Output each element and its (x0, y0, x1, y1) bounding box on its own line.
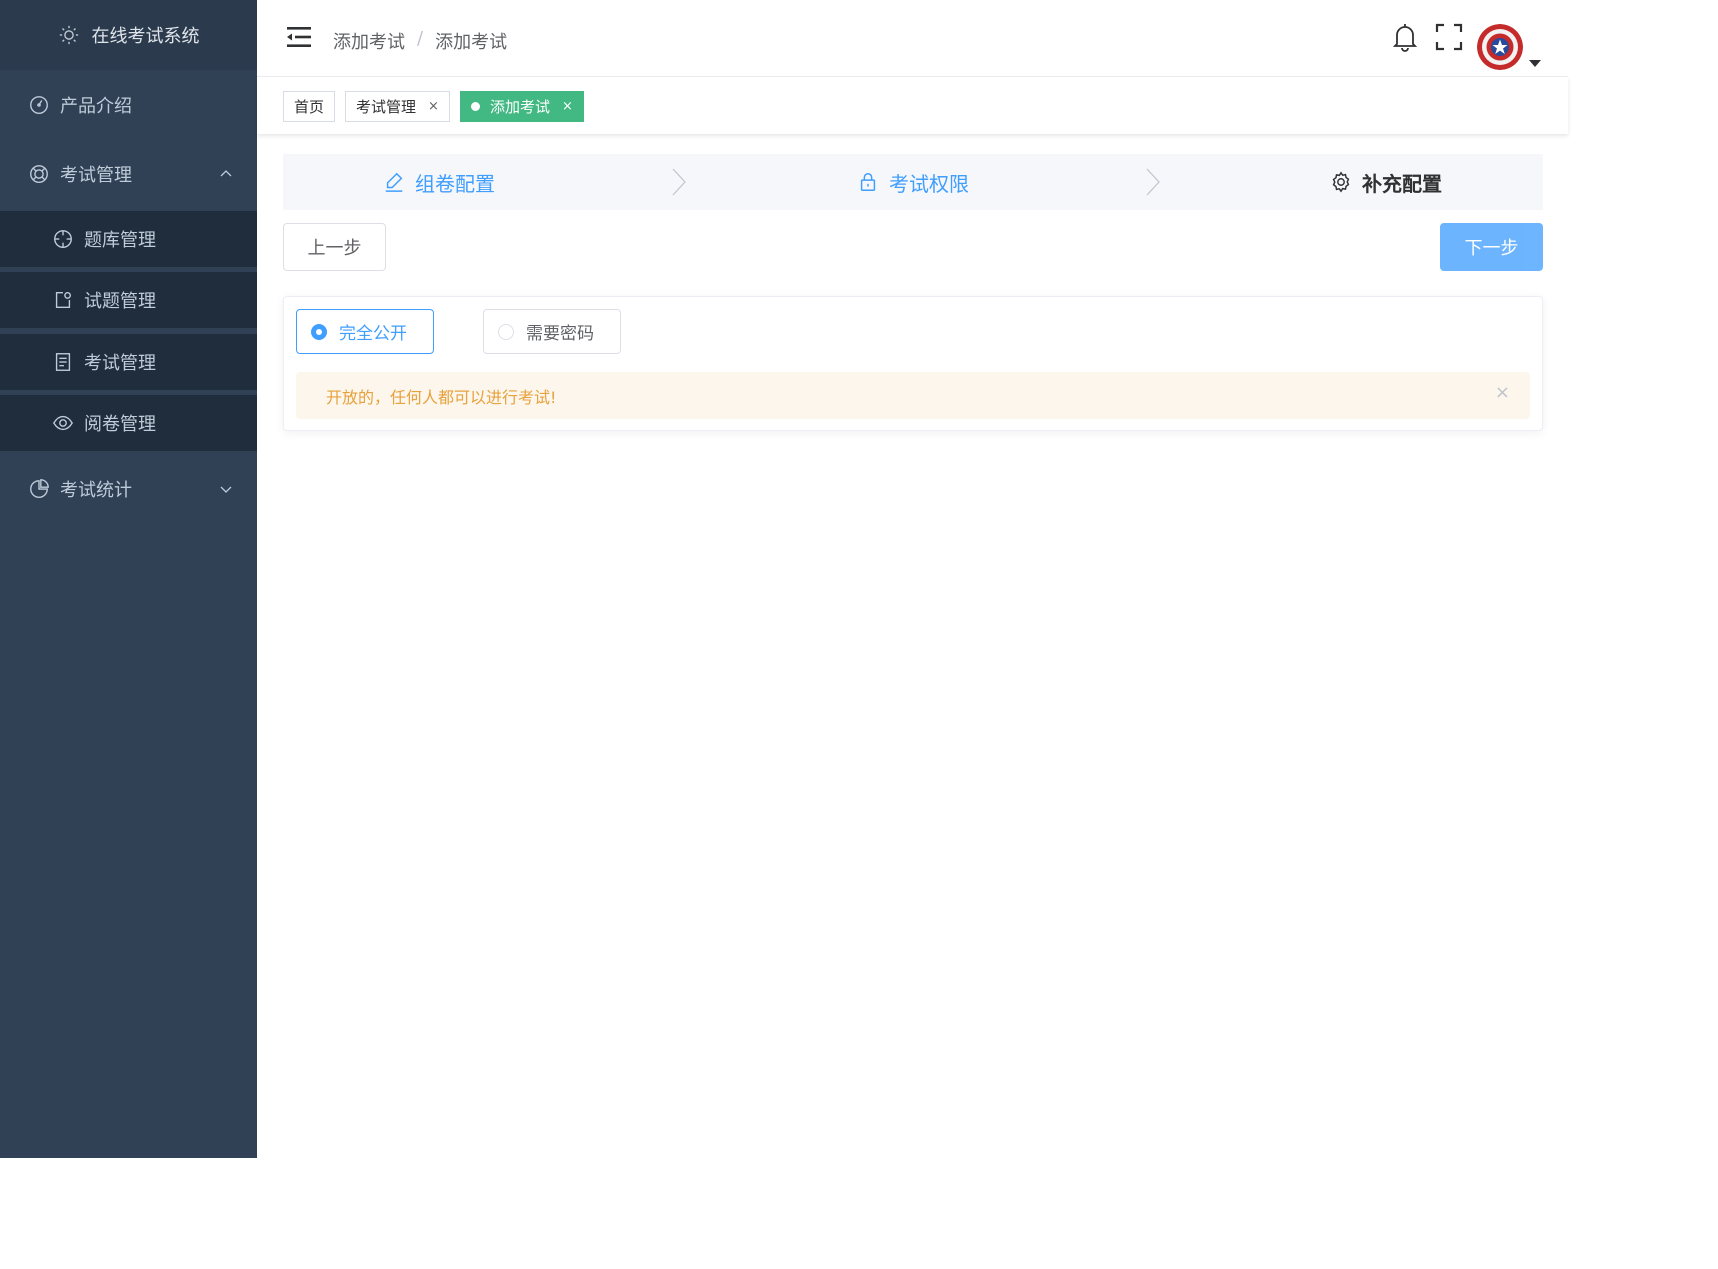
step-separator-icon (1146, 168, 1160, 196)
chevron-down-icon (220, 486, 232, 493)
breadcrumb-current: 添加考试 (435, 32, 508, 53)
permission-alert: 开放的，任何人都可以进行考试! × (296, 372, 1530, 419)
app-title: 在线考试系统 (91, 26, 200, 47)
sidebar-item-label: 考试管理 (60, 165, 132, 186)
sidebar-item-label: 产品介绍 (60, 96, 132, 117)
gear-icon (1332, 171, 1350, 193)
step-paper-config[interactable]: 组卷配置 (383, 154, 495, 210)
sidebar-item-exam-management[interactable]: 考试管理 (0, 146, 257, 202)
step-label: 组卷配置 (415, 171, 495, 196)
prev-step-button[interactable]: 上一步 (283, 223, 386, 271)
step-extra-config[interactable]: 补充配置 (1330, 154, 1442, 210)
sidebar-item-label: 考试管理 (84, 353, 156, 374)
step-exam-permission[interactable]: 考试权限 (857, 154, 969, 210)
eye-icon (52, 412, 74, 434)
sidebar-item-question-management[interactable]: 试题管理 (0, 272, 257, 328)
breadcrumb: 添加考试 / 添加考试 (333, 28, 507, 54)
edit-doc-icon (52, 289, 74, 311)
alert-text: 开放的，任何人都可以进行考试! (326, 387, 557, 407)
sidebar: 在线考试系统 产品介绍 考试管理 题库管理 试题管理 考试管理 阅卷管理 考试统… (0, 0, 257, 1158)
tag-label: 首页 (294, 98, 325, 116)
radio-require-password[interactable]: 需要密码 (483, 309, 621, 354)
sidebar-item-product-intro[interactable]: 产品介绍 (0, 77, 257, 133)
close-icon[interactable]: × (562, 99, 573, 114)
crosshair-icon (52, 228, 74, 250)
menu-toggle-icon[interactable] (287, 26, 311, 48)
sidebar-item-question-bank[interactable]: 题库管理 (0, 211, 257, 267)
tag-add-exam[interactable]: 添加考试 × (460, 91, 584, 122)
avatar[interactable] (1477, 24, 1523, 70)
lifebuoy-icon (28, 163, 50, 185)
caret-down-icon[interactable] (1529, 60, 1541, 67)
active-dot-icon (471, 102, 480, 111)
sidebar-item-label: 阅卷管理 (84, 414, 156, 435)
sidebar-item-label: 题库管理 (84, 230, 156, 251)
dashboard-icon (28, 94, 50, 116)
steps-bar: 组卷配置 考试权限 补充配置 (283, 154, 1543, 210)
sidebar-item-marking[interactable]: 阅卷管理 (0, 395, 257, 451)
document-icon (52, 351, 74, 373)
next-step-button[interactable]: 下一步 (1440, 223, 1543, 271)
sidebar-item-label: 试题管理 (84, 291, 156, 312)
tag-exam-management[interactable]: 考试管理 × (345, 91, 450, 122)
chevron-up-icon (220, 170, 232, 177)
tag-label: 添加考试 (490, 98, 551, 116)
breadcrumb-item[interactable]: 添加考试 (333, 28, 405, 54)
tag-label: 考试管理 (356, 98, 417, 116)
top-header: 添加考试 / 添加考试 (257, 0, 1568, 77)
sidebar-item-label: 考试统计 (60, 480, 132, 501)
sun-icon (59, 25, 78, 45)
pencil-icon (385, 172, 403, 192)
step-label: 补充配置 (1362, 171, 1442, 196)
radio-label: 需要密码 (526, 324, 594, 344)
radio-circle (311, 323, 327, 340)
radio-circle (498, 323, 514, 340)
fullscreen-icon[interactable] (1435, 22, 1463, 52)
lock-icon (860, 173, 876, 191)
close-icon[interactable]: × (428, 99, 439, 114)
radio-label: 完全公开 (339, 324, 407, 344)
tags-view: 首页 考试管理 × 添加考试 × (257, 77, 1568, 134)
pie-chart-icon (28, 478, 50, 500)
permission-card: 完全公开 需要密码 开放的，任何人都可以进行考试! × (283, 296, 1543, 431)
step-separator-icon (672, 168, 686, 196)
app-logo: 在线考试系统 (0, 0, 257, 70)
bell-icon[interactable] (1391, 22, 1419, 52)
step-label: 考试权限 (889, 171, 969, 196)
tag-home[interactable]: 首页 (283, 91, 336, 122)
sidebar-item-exam-stats[interactable]: 考试统计 (0, 461, 257, 517)
radio-fully-public[interactable]: 完全公开 (296, 309, 434, 354)
sidebar-item-exam-list[interactable]: 考试管理 (0, 334, 257, 390)
close-icon[interactable]: × (1495, 382, 1510, 403)
breadcrumb-separator: / (417, 28, 424, 49)
